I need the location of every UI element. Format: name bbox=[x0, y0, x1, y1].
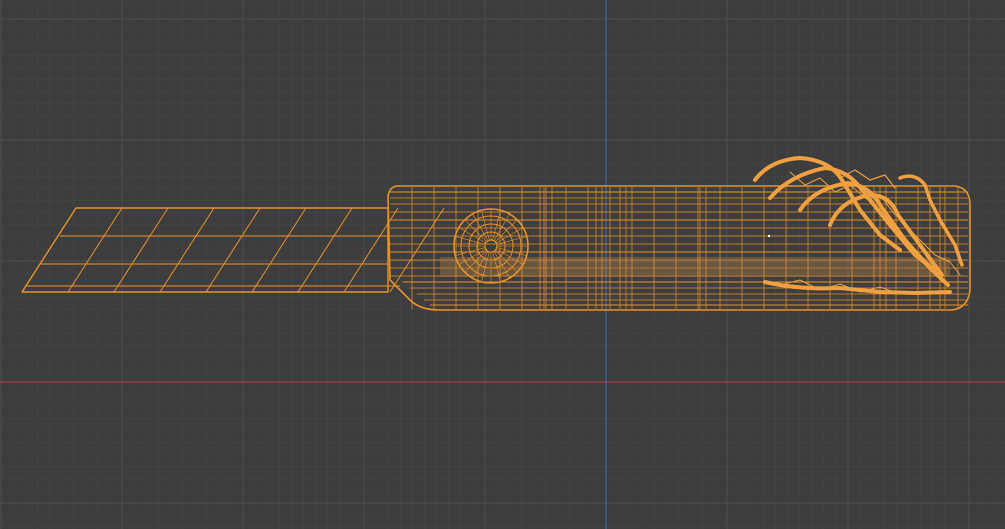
wheel-spoke bbox=[495, 219, 518, 242]
viewport-canvas[interactable] bbox=[0, 0, 1005, 529]
3d-viewport[interactable] bbox=[0, 0, 1005, 529]
blade-snap-line bbox=[205, 207, 261, 293]
wheel-hub bbox=[484, 239, 498, 253]
blade-snap-line bbox=[159, 207, 215, 293]
blade-outline bbox=[21, 207, 389, 293]
blade-snap-line bbox=[67, 207, 123, 293]
object-origin-dot bbox=[767, 234, 771, 238]
blade-snap-line bbox=[297, 207, 353, 293]
utility-knife-object[interactable] bbox=[21, 156, 971, 311]
wheel-spokes bbox=[454, 209, 528, 283]
blade-snap-line bbox=[389, 207, 445, 293]
wheel-spoke bbox=[464, 219, 487, 242]
slider-wheel-mesh[interactable] bbox=[453, 208, 529, 284]
